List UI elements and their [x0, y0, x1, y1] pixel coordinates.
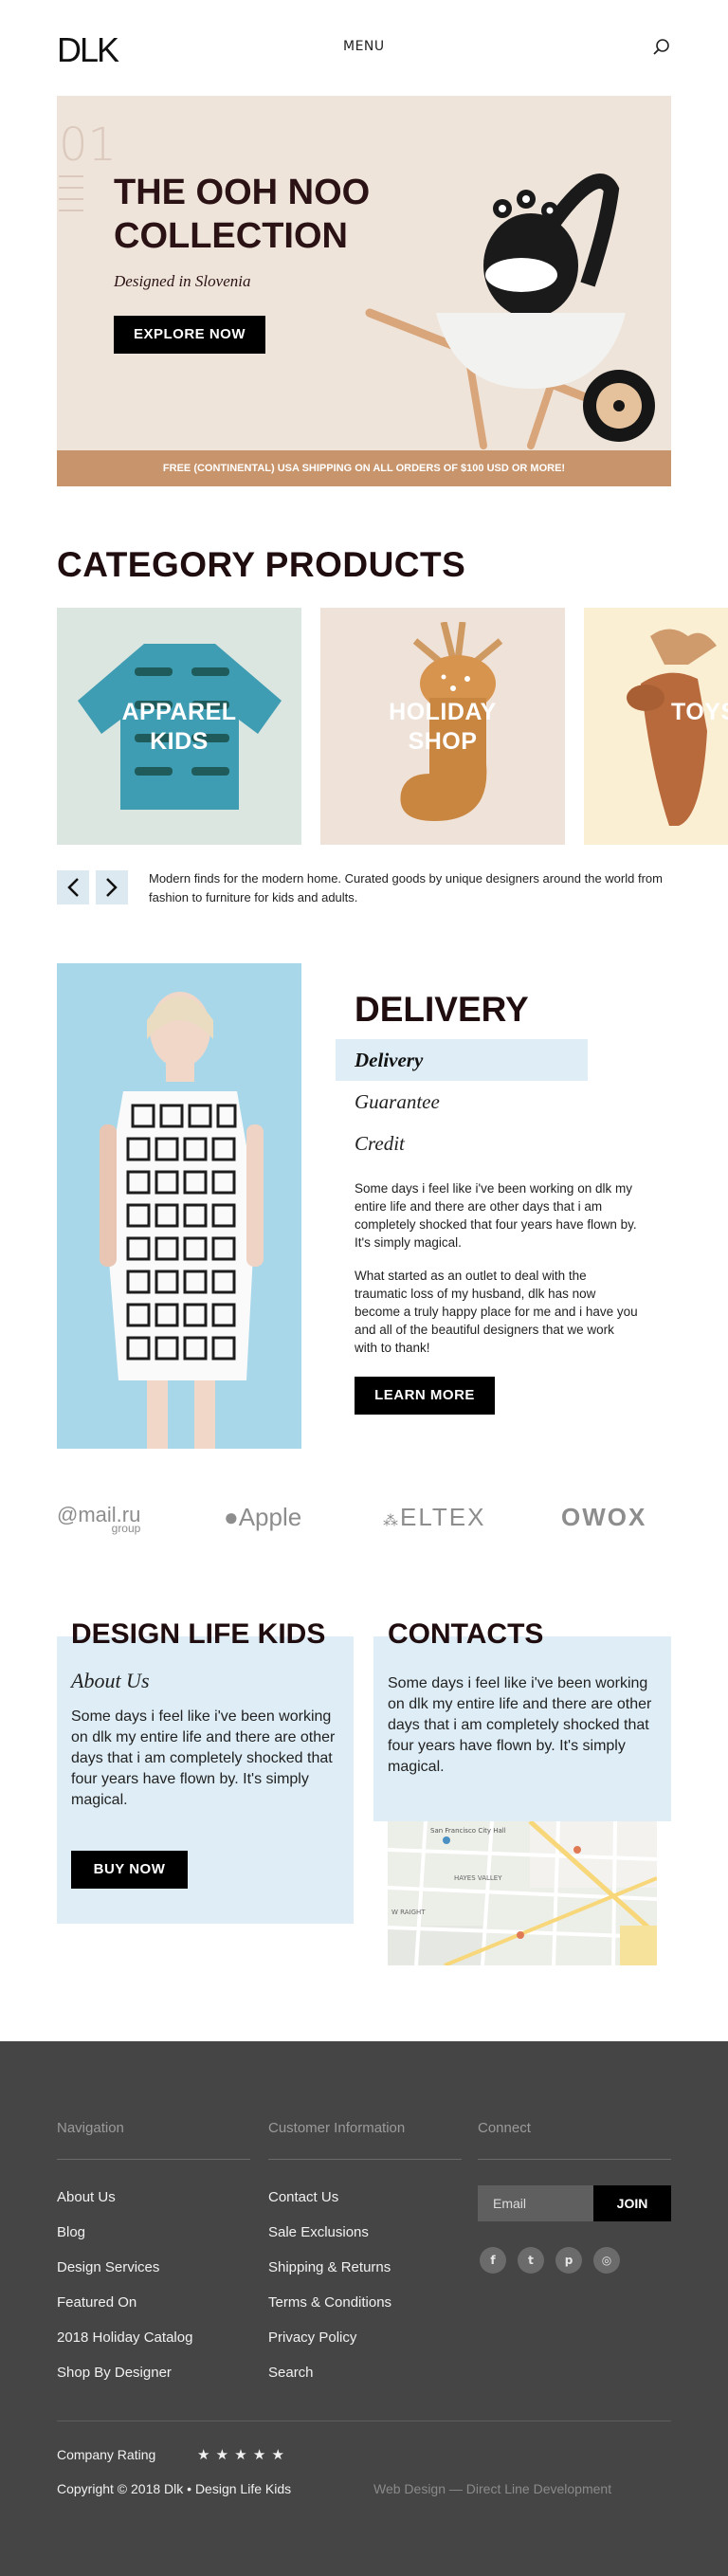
instagram-icon[interactable]: ◎: [593, 2247, 620, 2274]
hero-slide-indicator: [59, 175, 83, 177]
facebook-icon[interactable]: f: [480, 2247, 506, 2274]
footer-info-heading: Customer Information: [268, 2120, 406, 2136]
rating-stars: ★ ★ ★ ★ ★: [197, 2447, 285, 2463]
search-icon[interactable]: [652, 38, 671, 57]
category-card-holiday-shop[interactable]: HOLIDAY SHOP: [320, 608, 565, 845]
model-image: [100, 992, 264, 1449]
hero-slide-number: 01: [59, 119, 118, 172]
hero-slide-indicator: [59, 187, 83, 189]
category-label-line: APPAREL: [121, 699, 237, 725]
eltex-logo-text: ELTEX: [400, 1503, 486, 1531]
shipping-banner: FREE (CONTINENTAL) USA SHIPPING ON ALL O…: [57, 450, 671, 486]
carousel-prev-button[interactable]: [57, 870, 89, 904]
footer-link[interactable]: Terms & Conditions: [268, 2294, 391, 2311]
footer-link[interactable]: Shipping & Returns: [268, 2259, 391, 2275]
footer-link[interactable]: Shop By Designer: [57, 2365, 172, 2381]
mailru-logo: @mail.ru group: [57, 1503, 140, 1535]
footer-link[interactable]: Featured On: [57, 2294, 136, 2311]
footer-link[interactable]: About Us: [57, 2189, 116, 2205]
category-card-toys[interactable]: TOYS: [584, 608, 728, 845]
contacts-text: Some days i feel like i've been working …: [388, 1675, 652, 1775]
buy-now-button[interactable]: BUY NOW: [71, 1851, 188, 1889]
category-description: Modern finds for the modern home. Curate…: [149, 871, 663, 904]
hero-slide-indicator: [59, 198, 83, 200]
category-label: APPAREL KIDS: [57, 698, 301, 757]
category-label: TOYS: [671, 698, 728, 727]
footer-divider: [268, 2159, 462, 2160]
footer-link[interactable]: Search: [268, 2365, 314, 2381]
category-label-line: HOLIDAY: [389, 699, 497, 725]
footer-link[interactable]: Privacy Policy: [268, 2329, 356, 2346]
map-label: W RAIGHT: [391, 1909, 426, 1916]
map-label: HAYES VALLEY: [454, 1874, 502, 1882]
pinterest-icon[interactable]: p: [555, 2247, 582, 2274]
footer-link[interactable]: Contact Us: [268, 2189, 338, 2205]
apple-logo-text: Apple: [238, 1503, 302, 1531]
twitter-icon[interactable]: t: [518, 2247, 544, 2274]
about-us-subtitle: About Us: [71, 1669, 150, 1692]
footer-link[interactable]: Blog: [57, 2224, 85, 2240]
footer-connect-heading: Connect: [478, 2120, 531, 2136]
delivery-paragraph-2: What started as an outlet to deal with t…: [355, 1269, 638, 1355]
tab-guarantee[interactable]: Guarantee: [336, 1081, 588, 1123]
footer-link[interactable]: Sale Exclusions: [268, 2224, 369, 2240]
chevron-right-icon: [106, 878, 118, 897]
contacts-title: CONTACTS: [388, 1618, 544, 1650]
category-card-apparel-kids[interactable]: APPAREL KIDS: [57, 608, 301, 845]
company-rating-label: Company Rating: [57, 2447, 156, 2462]
map-image: [388, 1821, 657, 1965]
chevron-left-icon: [67, 878, 79, 897]
eltex-logo: ⁂ELTEX: [383, 1503, 485, 1532]
model-photo: [57, 963, 301, 1449]
category-label-line: TOYS: [671, 699, 728, 725]
category-products-title: CATEGORY PRODUCTS: [57, 545, 466, 584]
category-label: HOLIDAY SHOP: [320, 698, 565, 757]
email-input[interactable]: Email: [478, 2185, 593, 2221]
join-button[interactable]: JOIN: [593, 2185, 671, 2221]
page: DLK MENU 01 THE OOH NOO COLLECTION Desig…: [0, 0, 728, 2576]
footer-divider: [57, 2159, 250, 2160]
design-life-text: Some days i feel like i've been working …: [71, 1708, 336, 1808]
learn-more-button[interactable]: LEARN MORE: [355, 1377, 495, 1415]
explore-now-button[interactable]: EXPLORE NOW: [114, 316, 265, 354]
hero-subtitle: Designed in Slovenia: [114, 272, 251, 290]
hero-slide-indicator: [59, 210, 83, 211]
apple-logo: ●Apple: [224, 1503, 301, 1532]
delivery-title: DELIVERY: [355, 990, 529, 1029]
footer-divider: [478, 2159, 671, 2160]
copyright: Copyright © 2018 Dlk • Design Life Kids: [57, 2481, 292, 2496]
hero-wheelbarrow-toy-image: [365, 174, 655, 449]
category-label-line: SHOP: [408, 728, 478, 755]
footer-nav-heading: Navigation: [57, 2120, 124, 2136]
web-design-credit[interactable]: Web Design — Direct Line Development: [373, 2481, 611, 2496]
logo[interactable]: DLK: [57, 30, 119, 70]
category-label-line: KIDS: [150, 728, 209, 755]
menu-button[interactable]: MENU: [343, 39, 385, 54]
eltex-icon: ⁂: [383, 1513, 400, 1529]
design-life-title: DESIGN LIFE KIDS: [71, 1618, 326, 1650]
wooden-deer-image: [627, 629, 717, 826]
owox-logo: OWOX: [561, 1503, 647, 1531]
carousel-next-button[interactable]: [96, 870, 128, 904]
footer-link[interactable]: 2018 Holiday Catalog: [57, 2329, 192, 2346]
tab-delivery[interactable]: Delivery: [336, 1039, 588, 1081]
footer-link[interactable]: Design Services: [57, 2259, 159, 2275]
contacts-map[interactable]: San Francisco City Hall HAYES VALLEY W R…: [388, 1821, 657, 1965]
delivery-paragraph-1: Some days i feel like i've been working …: [355, 1181, 637, 1250]
map-label: San Francisco City Hall: [430, 1827, 506, 1835]
tab-credit[interactable]: Credit: [336, 1123, 588, 1164]
apple-icon: ●: [224, 1503, 239, 1531]
